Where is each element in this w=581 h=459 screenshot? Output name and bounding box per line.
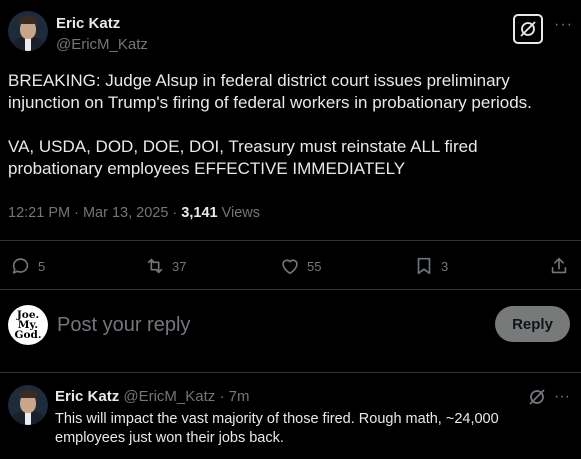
reply-author-handle[interactable]: @EricM_Katz bbox=[123, 388, 215, 405]
reply-author-avatar[interactable] bbox=[8, 385, 48, 425]
share-action[interactable] bbox=[548, 255, 570, 277]
heart-icon bbox=[282, 259, 298, 275]
tweet-text: BREAKING: Judge Alsup in federal distric… bbox=[8, 71, 532, 178]
reply-button[interactable]: Reply bbox=[495, 306, 570, 342]
tweet-meta: 12:21 PM · Mar 13, 2025 · 3,141 Views bbox=[8, 205, 260, 221]
composer-avatar[interactable]: Joe. My. God. bbox=[8, 305, 48, 345]
repost-icon bbox=[147, 258, 163, 274]
repost-count: 37 bbox=[172, 258, 187, 274]
views-count: 3,141 bbox=[181, 205, 218, 221]
reply-author-name[interactable]: Eric Katz bbox=[55, 388, 119, 405]
bookmark-count: 3 bbox=[441, 258, 449, 274]
reply-icon bbox=[12, 258, 29, 274]
bookmark-icon bbox=[417, 257, 431, 275]
share-icon bbox=[551, 257, 567, 274]
grok-icon bbox=[529, 389, 545, 405]
like-action[interactable]: 55 bbox=[279, 255, 321, 277]
reply-time[interactable]: · 7m bbox=[219, 388, 249, 405]
reply-header: Eric Katz @EricM_Katz · 7m bbox=[55, 388, 249, 405]
divider bbox=[0, 372, 581, 373]
author-name[interactable]: Eric Katz bbox=[56, 15, 120, 32]
tweet-timestamp[interactable]: 12:21 PM · Mar 13, 2025 · bbox=[8, 205, 181, 221]
repost-action[interactable]: 37 bbox=[144, 255, 186, 277]
grok-button[interactable] bbox=[528, 388, 546, 411]
divider bbox=[0, 289, 581, 290]
more-icon[interactable]: ··· bbox=[554, 16, 573, 34]
divider bbox=[0, 240, 581, 241]
views-label: Views bbox=[217, 205, 261, 221]
reply-input[interactable]: Post your reply bbox=[57, 314, 190, 337]
reply-action[interactable]: 5 bbox=[10, 255, 45, 277]
author-avatar[interactable] bbox=[8, 11, 48, 51]
grok-icon bbox=[520, 21, 536, 37]
avatar-line: God. bbox=[14, 329, 42, 341]
grok-button[interactable] bbox=[513, 14, 543, 44]
like-count: 55 bbox=[307, 258, 322, 274]
author-handle[interactable]: @EricM_Katz bbox=[56, 36, 148, 53]
bookmark-action[interactable]: 3 bbox=[413, 255, 448, 277]
more-icon[interactable]: ··· bbox=[554, 388, 570, 406]
reply-text: This will impact the vast majority of th… bbox=[55, 411, 499, 446]
reply-count: 5 bbox=[38, 258, 46, 274]
